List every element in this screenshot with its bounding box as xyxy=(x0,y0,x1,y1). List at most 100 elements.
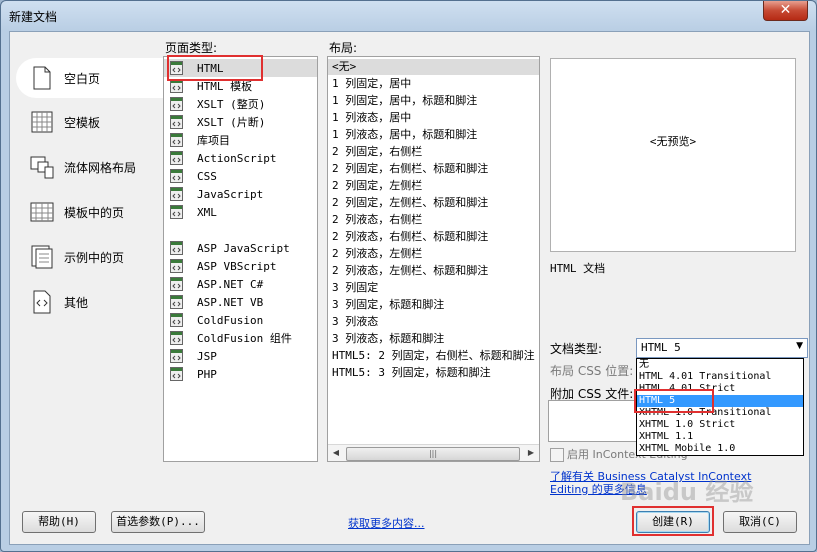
layout-item[interactable]: 1 列固定，居中 xyxy=(332,75,411,93)
page-type-item[interactable]: ASP.NET C# xyxy=(170,275,263,293)
layout-hscrollbar[interactable]: ◀ ||| ▶ xyxy=(328,444,539,461)
page-type-item[interactable]: XSLT (片断) xyxy=(170,113,265,131)
red-highlight-html5 xyxy=(634,389,714,413)
category-label: 流体网格布局 xyxy=(64,160,137,175)
close-button[interactable]: ✕ xyxy=(763,1,808,21)
watermark: Baidu 经验 xyxy=(620,478,754,506)
xml-file-icon xyxy=(170,205,183,219)
preview-box: <无预览> xyxy=(550,58,796,252)
category-label: 模板中的页 xyxy=(64,205,125,220)
page-type-item[interactable]: ColdFusion xyxy=(170,311,263,329)
window-title: 新建文档 xyxy=(9,10,58,24)
layout-item[interactable]: <无> xyxy=(332,58,356,76)
layout-list[interactable]: <无> 1 列固定，居中 1 列固定，居中，标题和脚注 1 列液态，居中 1 列… xyxy=(327,56,540,462)
layout-item[interactable]: 3 列固定 xyxy=(332,279,378,297)
page-type-item[interactable]: XSLT (整页) xyxy=(170,95,265,113)
category-blank-template[interactable]: 空模板 xyxy=(16,102,166,142)
page-type-label: 页面类型: xyxy=(165,41,218,55)
layout-item[interactable]: 2 列固定，右侧栏 xyxy=(332,143,422,161)
category-label: 空模板 xyxy=(64,115,101,130)
page-type-item-label: 库项目 xyxy=(197,134,230,147)
page-type-item-label: PHP xyxy=(197,367,217,381)
page-type-item[interactable]: PHP xyxy=(170,365,217,383)
page-type-item[interactable]: ActionScript xyxy=(170,149,276,167)
category-template-page[interactable]: 模板中的页 xyxy=(16,192,166,232)
scroll-right-icon[interactable]: ▶ xyxy=(523,445,539,461)
css-file-icon xyxy=(170,169,183,183)
page-type-item[interactable]: ASP.NET VB xyxy=(170,293,263,311)
attach-css-box[interactable] xyxy=(548,400,640,442)
help-button[interactable]: 帮助(H) xyxy=(22,511,96,533)
page-type-item[interactable]: JSP xyxy=(170,347,217,365)
php-file-icon xyxy=(170,367,183,381)
page-type-item[interactable]: CSS xyxy=(170,167,217,185)
page-type-item-label: XSLT (片断) xyxy=(197,116,266,129)
preferences-button[interactable]: 首选参数(P)... xyxy=(111,511,205,533)
page-type-item-label: ColdFusion xyxy=(197,313,264,327)
xslt-file-icon xyxy=(170,97,183,111)
category-fluid-grid[interactable]: 流体网格布局 xyxy=(16,147,166,187)
page-type-item-label: JavaScript xyxy=(197,187,264,201)
template-page-icon xyxy=(30,199,54,225)
incontext-checkbox[interactable] xyxy=(550,448,564,462)
dialog-client: 空白页 空模板 流体网格布局 模板中的页 示例中的页 其他 页面类型: HTML… xyxy=(9,31,810,545)
layout-item[interactable]: 2 列固定，左侧栏、标题和脚注 xyxy=(332,194,488,212)
blank-page-icon xyxy=(30,65,54,91)
page-type-item[interactable]: ASP JavaScript xyxy=(170,239,290,257)
doctype-select[interactable]: HTML 5 ▼ xyxy=(636,338,808,358)
page-type-item[interactable]: JavaScript xyxy=(170,185,263,203)
page-type-item-label: ASP VBScript xyxy=(197,259,277,273)
layout-item[interactable]: 2 列液态，左侧栏 xyxy=(332,245,422,263)
aspnet-cs-file-icon xyxy=(170,277,183,291)
page-type-item-label: XSLT (整页) xyxy=(197,98,266,111)
category-blank-page[interactable]: 空白页 xyxy=(16,58,168,98)
doctype-selected-value: HTML 5 xyxy=(641,341,681,354)
layout-item[interactable]: 1 列液态，居中 xyxy=(332,109,411,127)
scroll-thumb[interactable]: ||| xyxy=(346,447,520,461)
category-label: 示例中的页 xyxy=(64,250,125,265)
layout-item[interactable]: HTML5: 3 列固定，标题和脚注 xyxy=(332,364,491,382)
get-more-content-link[interactable]: 获取更多内容... xyxy=(348,515,425,531)
chevron-down-icon[interactable]: ▼ xyxy=(796,341,803,351)
cancel-button[interactable]: 取消(C) xyxy=(723,511,797,533)
page-type-item[interactable]: ColdFusion 组件 xyxy=(170,329,292,347)
coldfusion-file-icon xyxy=(170,313,183,327)
red-highlight-html xyxy=(167,55,263,81)
page-type-item-label: ASP JavaScript xyxy=(197,241,290,255)
doctype-option[interactable]: XHTML Mobile 1.0 xyxy=(639,443,735,455)
page-type-item-label: ASP.NET C# xyxy=(197,277,264,291)
layout-item[interactable]: 2 列固定，左侧栏 xyxy=(332,177,422,195)
doctype-option[interactable]: 无 xyxy=(639,359,649,371)
layout-item[interactable]: 3 列液态 xyxy=(332,313,378,331)
layout-label: 布局: xyxy=(329,41,358,55)
layout-item[interactable]: 2 列液态，右侧栏 xyxy=(332,211,422,229)
layout-item[interactable]: HTML5: 2 列固定，右侧栏、标题和脚注 xyxy=(332,347,535,365)
page-type-item[interactable]: ASP VBScript xyxy=(170,257,276,275)
sample-page-icon xyxy=(30,244,54,270)
html-template-file-icon xyxy=(170,79,183,93)
preview-description: HTML 文档 xyxy=(550,262,606,275)
layout-item[interactable]: 3 列固定，标题和脚注 xyxy=(332,296,444,314)
layout-item[interactable]: 1 列液态，居中，标题和脚注 xyxy=(332,126,477,144)
category-sample-page[interactable]: 示例中的页 xyxy=(16,237,166,277)
layout-item[interactable]: 3 列液态，标题和脚注 xyxy=(332,330,444,348)
page-type-list[interactable]: HTML HTML 模板 XSLT (整页) XSLT (片断) 库项目 Act… xyxy=(163,56,318,462)
category-other[interactable]: 其他 xyxy=(16,282,166,322)
doctype-option[interactable]: XHTML 1.0 Strict xyxy=(639,419,735,431)
actionscript-file-icon xyxy=(170,151,183,165)
page-type-item-label: ActionScript xyxy=(197,151,277,165)
page-type-item[interactable]: XML xyxy=(170,203,217,221)
fluid-grid-icon xyxy=(30,154,54,180)
doctype-option[interactable]: XHTML 1.1 xyxy=(639,431,693,443)
page-type-item-label: ColdFusion 组件 xyxy=(197,332,292,345)
library-file-icon xyxy=(170,133,183,147)
page-type-item[interactable]: 库项目 xyxy=(170,131,230,149)
scroll-left-icon[interactable]: ◀ xyxy=(328,445,344,461)
jsp-file-icon xyxy=(170,349,183,363)
layout-item[interactable]: 2 列固定，右侧栏、标题和脚注 xyxy=(332,160,488,178)
page-type-item-label: JSP xyxy=(197,349,217,363)
layout-item[interactable]: 2 列液态，右侧栏、标题和脚注 xyxy=(332,228,488,246)
doctype-option[interactable]: HTML 4.01 Transitional xyxy=(639,371,771,383)
layout-item[interactable]: 1 列固定，居中，标题和脚注 xyxy=(332,92,477,110)
layout-item[interactable]: 2 列液态，左侧栏、标题和脚注 xyxy=(332,262,488,280)
